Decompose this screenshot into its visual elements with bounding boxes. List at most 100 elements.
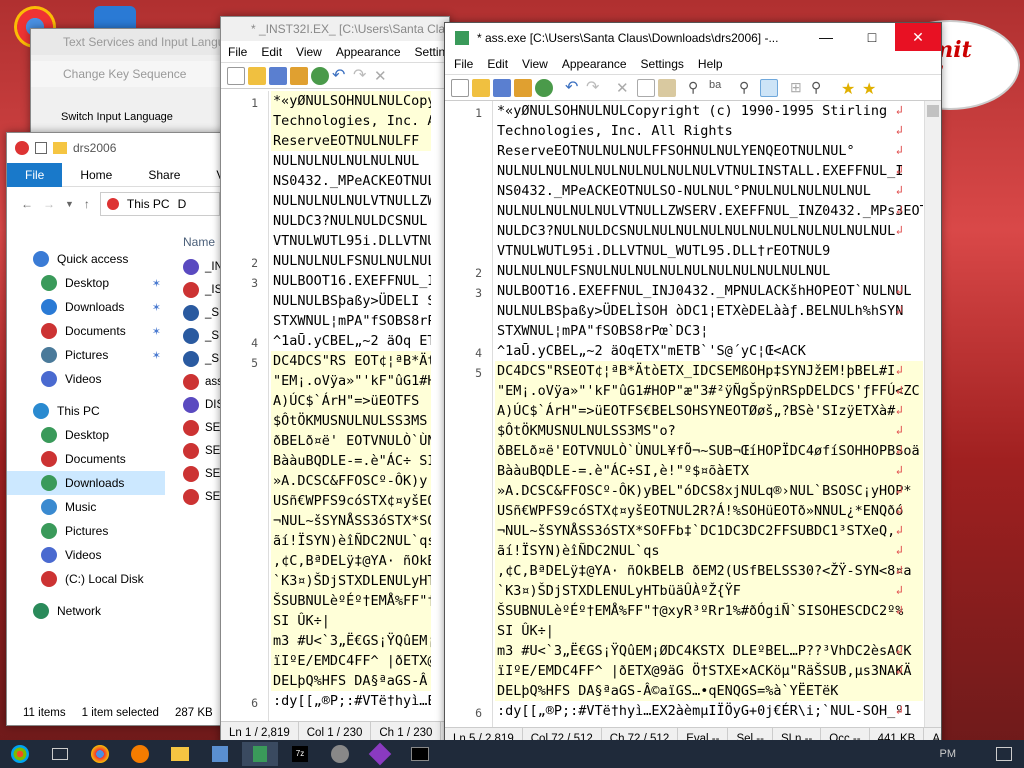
code-line[interactable]: NULNULNULNULNULNUL [271,151,431,171]
zoom-icon[interactable]: ⚲ [739,79,757,97]
forward-arrow-icon[interactable]: → [43,197,55,211]
code-line[interactable]: DC4DCS"RSEOT¢¦ªB*ÄtòETX_IDCSEMßOHp‡SYNJž… [495,361,923,381]
code-line[interactable]: ãí!ÏSYN)èîÑDC2NUL`qs [495,541,923,561]
menu-file[interactable]: File [447,57,480,71]
code-line[interactable]: ^1aŪ.yCBEL„~2 äOq ETX [271,331,431,351]
code-line[interactable]: NULNULNULFSNULNULNUL [271,251,431,271]
code-line[interactable]: *«yØNULSOHNULNULCopyr [271,91,431,111]
notification-icon[interactable] [996,747,1012,761]
ribbon-tab-home[interactable]: Home [62,168,130,182]
back-arrow-icon[interactable]: ← [21,197,33,211]
redo-icon[interactable]: ↷ [353,67,371,85]
text-services-window[interactable]: Text Services and Input Langua Change Ke… [30,28,230,138]
word-wrap-icon[interactable] [760,78,778,97]
taskbar-app-3[interactable] [362,742,398,766]
menu-edit[interactable]: Edit [480,57,515,71]
new-icon[interactable] [451,78,469,97]
start-button[interactable] [2,742,38,766]
taskbar-clock[interactable]: PM [940,748,957,760]
maximize-icon[interactable]: □ [849,23,895,51]
code-line[interactable]: *«yØNULSOHNULNULCopyright (c) 1990-1995 … [495,101,923,121]
breadcrumb-next[interactable]: D [178,197,187,211]
code-line[interactable]: NULNULBSþaßy>ÜDELÌSOH òDC1¦ETXèDELààƒ.BE… [495,301,923,321]
taskbar-chrome[interactable] [82,742,118,766]
code-line[interactable]: ïIºE/EMDC4FF^ |ðETX@ [271,651,431,671]
cut-icon[interactable]: ✕ [616,79,634,97]
address-bar[interactable]: This PC D [99,192,220,216]
code-line[interactable]: NULNULNULNULVTNULLZWS [271,191,431,211]
menu-view[interactable]: View [289,45,329,59]
nav-item[interactable]: Documents ✶ [7,319,165,343]
code-line[interactable]: NULDC3?NULNULDCSNULNULNULNULNULNULNULNUL… [495,221,923,241]
vertical-scrollbar[interactable] [924,101,941,727]
code-line[interactable]: ŠSUBNULèºÉº†EMÅ%FF"†@xyR³ºRr1%#ðÓgiÑ`SIS… [495,601,923,621]
nav-item[interactable]: Videos [7,543,165,567]
code-line[interactable]: NULDC3?NULNULDCSNUL [271,211,431,231]
nav-item[interactable]: Videos [7,367,165,391]
explorer-window[interactable]: drs2006 File Home Share View ← → ▼ ↑ Thi… [6,132,242,726]
code-line[interactable]: NS0432._MPeACKEOTNUL [271,171,431,191]
nav-item[interactable]: Desktop [7,423,165,447]
code-line[interactable]: DELþQ%HFS DA§ªaGS-Â©aïGS…•qENQGS=%à`YËET… [495,681,923,701]
taskbar-notepad[interactable] [242,742,278,766]
code-line[interactable]: Technologies, Inc. All Rights [495,121,923,141]
code-line[interactable]: NULNULBSþaßy>ÜDELI SOH [271,291,431,311]
paste-icon[interactable] [658,78,676,97]
code-line[interactable]: ^1aŪ.yCBEL„~2 äOqETX"mETB`'S@´yC¦Œ<ACK [495,341,923,361]
open-icon[interactable] [248,66,266,85]
code-line[interactable]: ,¢C,BªDELÿ‡@YA· ñOkBELB ðEM2(USfBELSS30?… [495,561,923,581]
notepad-front-window[interactable]: * ass.exe [C:\Users\Santa Claus\Download… [444,22,942,750]
cut-icon[interactable]: ✕ [374,67,392,85]
code-line[interactable]: ãí!ÏSYN)èîÑDC2NUL`qs [271,531,431,551]
undo-icon[interactable]: ↶ [332,67,350,85]
nav-item[interactable]: Pictures ✶ [7,343,165,367]
editor-text[interactable]: *«yØNULSOHNULNULCopyr Technologies, Inc. … [271,91,431,711]
scrollbar-thumb[interactable] [927,105,939,117]
code-line[interactable]: NULBOOT16.EXEFFNUL_IN [271,271,431,291]
nav-item[interactable]: (C:) Local Disk [7,567,165,591]
taskbar-task-view[interactable] [42,742,78,766]
save-icon[interactable] [269,66,287,85]
code-line[interactable]: STXWNUL¦mPA"fSOBS8rP [271,311,431,331]
taskbar-explorer[interactable] [162,742,198,766]
code-line[interactable]: Technologies, Inc. All [271,111,431,131]
editor-text[interactable]: *«yØNULSOHNULNULCopyright (c) 1990-1995 … [495,101,923,721]
nav-item[interactable]: Quick access [7,247,165,271]
nav-item[interactable]: Downloads [7,471,165,495]
nav-item[interactable]: This PC [7,399,165,423]
nav-item[interactable]: Network [7,599,165,623]
menu-appearance[interactable]: Appearance [555,57,634,71]
notepad-front-editor[interactable]: 1 2 3 4 5 6 *«yØNULSOHNULNULCopyright (c) 199… [445,101,941,727]
replace-icon[interactable]: ba [709,79,727,97]
breadcrumb-this-pc[interactable]: This PC [127,197,170,211]
redo-icon[interactable]: ↷ [586,79,604,97]
nav-item[interactable]: Music [7,495,165,519]
minimize-icon[interactable]: — [803,23,849,51]
taskbar-firefox[interactable] [122,742,158,766]
code-line[interactable]: VTNULWUTL95i.DLLVTNUL_WUTL95.DLL†rEOTNUL… [495,241,923,261]
code-line[interactable]: "EM¡.oVÿa»"'kF"ûG1#HOP [271,371,431,391]
code-line[interactable]: $ÔtÖKMUSNULNULSS3MS [271,411,431,431]
undo-icon[interactable]: ↶ [565,79,583,97]
menu-settings[interactable]: Settings [634,57,691,71]
code-line[interactable]: :dy[[„®P;:#VTë†hyì…EX [271,691,431,711]
code-line[interactable]: NULNULNULFSNULNULNULNULNULNULNULNULNULNU… [495,261,923,281]
menu-appearance[interactable]: Appearance [329,45,408,59]
menu-help[interactable]: Help [691,57,730,71]
code-line[interactable]: ReserveEOTNULNULNULFFSOHNULNULYENQEOTNUL… [495,141,923,161]
code-line[interactable]: ,¢C,BªDELÿ‡@YA· ñOkBE [271,551,431,571]
save-icon[interactable] [493,78,511,97]
code-line[interactable]: USñ€WPFS9cóSTX¢¤yšEOTNUL2R?Á!%SOHüEOTð»N… [495,501,923,521]
code-line[interactable]: "EM¡.oVÿa»"'kF"ûG1#HOP"æ"3#²ÿÑgŠpÿnRSpDE… [495,381,923,401]
code-line[interactable]: BààuBQDLE-=.è"ÁC÷SI,è!"º$¤õàETX [495,461,923,481]
code-line[interactable]: ïIºE/EMDC4FF^ |ðETX@9äG Ö†STXE×ACKöµ"RäŠ… [495,661,923,681]
revert-icon[interactable] [535,78,553,97]
code-line[interactable]: NULBOOT16.EXEFFNUL_INJ0432._MPNULACKšhHO… [495,281,923,301]
code-line[interactable]: SI ÛK÷| [271,611,431,631]
code-line[interactable]: A)ÚC$`ÁrH"=>üEOTFS [271,391,431,411]
code-line[interactable]: m3 #U<`3„Ë€GS¡ŸQûEM¡ØDC4KSTX DLEºBEL…P??… [495,641,923,661]
code-line[interactable]: A)ÚC$`ÁrH"=>üEOTFS€BELSOHSYNEOTØøš„?BSè'… [495,401,923,421]
zoom-in-icon[interactable]: ⊞ [790,79,808,97]
add-favorite-icon[interactable]: ★ [862,79,880,98]
code-line[interactable]: DC4DCS"RS EOT¢¦ªB*Ätt [271,351,431,371]
